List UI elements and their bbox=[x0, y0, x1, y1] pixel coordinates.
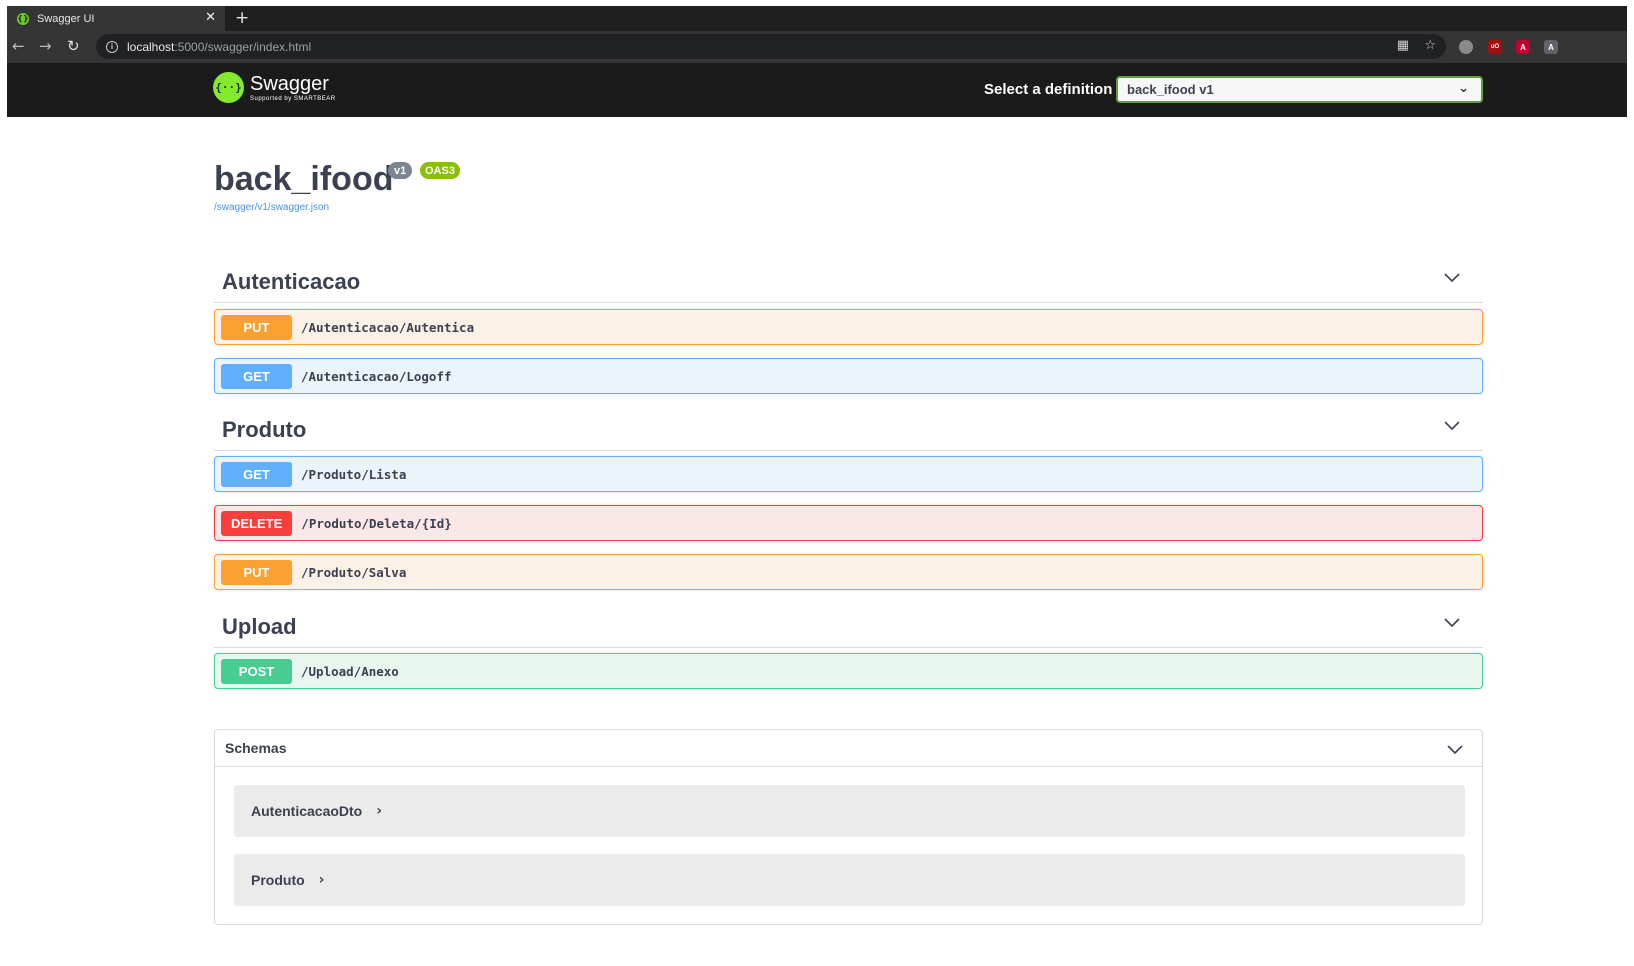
logo-subtitle: Supported by SMARTBEAR bbox=[250, 95, 336, 102]
profile-extension-icon[interactable]: A bbox=[1544, 40, 1558, 54]
version-badge: v1 bbox=[388, 162, 413, 179]
url-text: localhost:5000/swagger/index.html bbox=[127, 39, 312, 54]
browser-toolbar: ← → ↻ i localhost:5000/swagger/index.htm… bbox=[7, 31, 1627, 63]
tag-header-autenticacao[interactable]: Autenticacao bbox=[214, 259, 1483, 303]
method-badge: GET bbox=[221, 363, 292, 389]
chevron-down-icon bbox=[1444, 273, 1460, 283]
method-badge: GET bbox=[221, 461, 292, 487]
site-info-icon[interactable]: i bbox=[106, 40, 118, 53]
api-title: back_ifood bbox=[214, 160, 394, 198]
method-badge: DELETE bbox=[221, 510, 293, 536]
tag-header-upload[interactable]: Upload bbox=[214, 604, 1483, 648]
select-definition-label: Select a definition bbox=[984, 81, 1113, 98]
swagger-topbar: {··} Swagger Supported by SMARTBEAR Sele… bbox=[7, 63, 1627, 117]
definition-select-value: back_ifood v1 bbox=[1127, 82, 1214, 97]
chevron-right-icon: › bbox=[376, 803, 383, 819]
oas-badge: OAS3 bbox=[420, 162, 460, 179]
schema-name: AutenticacaoDto bbox=[251, 803, 363, 819]
angular-extension-icon[interactable]: A bbox=[1516, 40, 1530, 54]
new-tab-button[interactable]: + bbox=[235, 8, 249, 28]
chevron-right-icon: › bbox=[318, 872, 325, 888]
operation-get-lista[interactable]: GET /Produto/Lista bbox=[214, 456, 1483, 492]
close-tab-icon[interactable]: ✕ bbox=[205, 10, 216, 25]
address-bar[interactable]: i localhost:5000/swagger/index.html ▦ ☆ bbox=[96, 34, 1446, 59]
browser-tabstrip: {} Swagger UI ✕ + bbox=[7, 6, 1627, 31]
forward-arrow-icon[interactable]: → bbox=[39, 37, 52, 55]
operation-delete-deleta[interactable]: DELETE /Produto/Deleta/{Id} bbox=[214, 505, 1483, 541]
operation-post-anexo[interactable]: POST /Upload/Anexo bbox=[214, 653, 1483, 689]
method-badge: PUT bbox=[221, 559, 292, 585]
operation-get-logoff[interactable]: GET /Autenticacao/Logoff bbox=[214, 358, 1483, 394]
schemas-header[interactable]: Schemas bbox=[215, 730, 1482, 767]
chevron-down-icon bbox=[1444, 421, 1460, 431]
operation-put-autentica[interactable]: PUT /Autenticacao/Autentica bbox=[214, 309, 1483, 345]
swagger-logo-icon: {··} bbox=[213, 72, 244, 103]
tab-title: Swagger UI bbox=[37, 12, 95, 25]
tag-name: Autenticacao bbox=[222, 269, 361, 294]
operation-put-salva[interactable]: PUT /Produto/Salva bbox=[214, 554, 1483, 590]
tag-name: Produto bbox=[222, 417, 307, 442]
schema-name: Produto bbox=[251, 872, 305, 888]
logo-name: Swagger bbox=[250, 72, 329, 95]
schemas-title: Schemas bbox=[225, 740, 287, 756]
translate-icon[interactable]: ▦ bbox=[1397, 38, 1409, 53]
schemas-section: Schemas AutenticacaoDto › Produto › bbox=[214, 729, 1483, 925]
extension-globe-icon[interactable] bbox=[1459, 40, 1473, 54]
swagger-logo[interactable]: {··} Swagger Supported by SMARTBEAR bbox=[213, 72, 336, 103]
reload-icon[interactable]: ↻ bbox=[67, 37, 80, 55]
back-arrow-icon[interactable]: ← bbox=[12, 37, 25, 55]
chevron-down-icon: ⌄ bbox=[1458, 81, 1469, 96]
method-badge: POST bbox=[221, 658, 292, 684]
method-badge: PUT bbox=[221, 314, 292, 340]
operation-path: /Produto/Salva bbox=[301, 564, 407, 580]
chevron-down-icon bbox=[1447, 745, 1463, 755]
operation-path: /Autenticacao/Logoff bbox=[301, 368, 452, 384]
tag-header-produto[interactable]: Produto bbox=[214, 407, 1483, 451]
operation-path: /Autenticacao/Autentica bbox=[301, 319, 475, 335]
ublock-icon[interactable]: uO bbox=[1488, 40, 1502, 54]
browser-tab[interactable]: {} Swagger UI ✕ bbox=[7, 6, 225, 31]
swagger-favicon-icon: {} bbox=[17, 12, 29, 25]
bookmark-star-icon[interactable]: ☆ bbox=[1424, 38, 1436, 53]
operation-path: /Upload/Anexo bbox=[301, 663, 399, 679]
chevron-down-icon bbox=[1444, 618, 1460, 628]
schema-item-produto[interactable]: Produto › bbox=[234, 854, 1465, 906]
schema-item-autenticacaodto[interactable]: AutenticacaoDto › bbox=[234, 785, 1465, 837]
operation-path: /Produto/Lista bbox=[301, 466, 407, 482]
operation-path: /Produto/Deleta/{Id} bbox=[301, 515, 452, 531]
spec-json-link[interactable]: /swagger/v1/swagger.json bbox=[214, 202, 329, 213]
definition-select[interactable]: back_ifood v1 ⌄ bbox=[1116, 76, 1483, 103]
tag-name: Upload bbox=[222, 614, 297, 639]
